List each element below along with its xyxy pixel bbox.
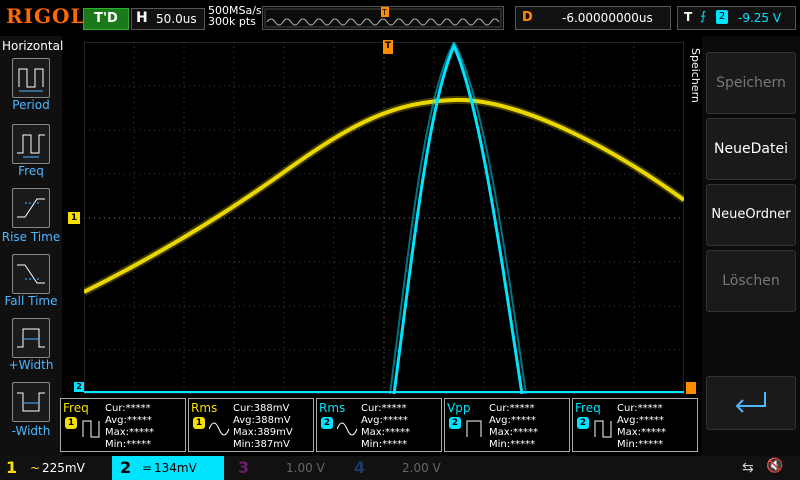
waveform-display[interactable] [84, 42, 684, 394]
freq-icon [594, 420, 612, 438]
memory-points: 300k pts [208, 15, 256, 28]
ch4-scale: 2.00 V [402, 461, 441, 475]
ch3-status[interactable]: 3 1.00 V [228, 456, 338, 480]
pos-width-icon [17, 328, 45, 348]
ch2-offset-marker[interactable]: 2 [74, 382, 84, 392]
period-label: Period [12, 98, 50, 112]
measurement-item[interactable]: Rms 2 Cur:***** Avg:***** Max:***** Min:***… [316, 398, 442, 452]
ch3-number: 3 [238, 458, 250, 477]
ch1-offset-marker[interactable]: 1 [68, 212, 80, 224]
delay-value: -6.00000000us [562, 11, 653, 25]
ch1-coupling: ~ [30, 461, 41, 475]
return-button[interactable] [706, 376, 796, 430]
fall-time-icon [17, 264, 45, 284]
timebase-value: 50.0us [156, 12, 197, 26]
ch1-number: 1 [6, 458, 18, 477]
ch2-status[interactable]: 2 = 134mV [112, 456, 224, 480]
measurement-name: Freq [575, 401, 601, 415]
measurement-values: Cur:***** Avg:***** Max:***** Min:***** [489, 403, 539, 450]
pos-width-label: +Width [8, 358, 54, 372]
neg-width-button[interactable] [12, 382, 50, 422]
ch1-status[interactable]: 1 ~ 225mV [0, 456, 110, 480]
measurement-name: Rms [319, 401, 346, 415]
enter-arrow-icon [735, 392, 766, 413]
freq-button[interactable] [12, 124, 50, 164]
measurement-item[interactable]: Vpp 2 Cur:***** Avg:***** Max:***** Min:***… [444, 398, 570, 452]
rise-time-icon [17, 198, 45, 218]
ch4-status[interactable]: 4 2.00 V [344, 456, 454, 480]
ch2-scale: 134mV [154, 461, 197, 475]
measurement-values: Cur:388mV Avg:388mV Max:389mV Min:387mV [233, 403, 293, 450]
ch3-scale: 1.00 V [286, 461, 325, 475]
ch2-waveform-outer [389, 42, 527, 394]
ch2-coupling: = [142, 461, 153, 475]
run-state-badge[interactable]: T'D [83, 8, 129, 30]
neg-width-icon [17, 392, 45, 412]
rise-time-label: Rise Time [1, 230, 61, 244]
rising-edge-icon: ⨍ [700, 9, 707, 23]
rise-time-button[interactable] [12, 188, 50, 228]
measurement-item[interactable]: Freq 1 Cur:***** Avg:***** Max:***** Min:**… [60, 398, 186, 452]
channel-badge: 1 [65, 417, 77, 429]
ch2-number: 2 [120, 458, 132, 477]
fall-time-label: Fall Time [4, 294, 58, 308]
vpp-icon [466, 420, 482, 437]
trigger-source-badge: 2 [716, 10, 728, 24]
measurement-item[interactable]: Freq 2 Cur:***** Avg:***** Max:***** Min:**… [572, 398, 698, 452]
trigger-position-marker: T [381, 7, 389, 17]
ch1-scale: 225mV [42, 461, 85, 475]
measurement-item[interactable]: Rms 1 Cur:388mV Avg:388mV Max:389mV Min:387… [188, 398, 314, 452]
trigger-label: T [684, 10, 693, 24]
trigger-level-marker[interactable] [686, 382, 696, 394]
horizontal-label: H [136, 10, 148, 26]
neg-width-label: -Width [11, 424, 51, 438]
acquisition-info: 500MSa/s 300k pts [208, 5, 262, 27]
delay-label: D [522, 10, 533, 25]
rms-icon [337, 422, 358, 436]
measurement-values: Cur:***** Avg:***** Max:***** Min:***** [617, 403, 667, 450]
trigger-level: -9.25 V [738, 11, 782, 25]
memory-overview[interactable]: T [262, 6, 504, 30]
delay-box[interactable]: D -6.00000000us [515, 6, 671, 30]
memory-waveform-overview: T [264, 7, 502, 28]
channel-badge: 1 [193, 417, 205, 429]
measurement-name: Freq [63, 401, 89, 415]
pos-width-button[interactable] [12, 318, 50, 358]
period-icon [18, 68, 44, 92]
measurement-name: Vpp [447, 401, 471, 415]
menu-title: Speichern [689, 48, 702, 103]
svg-text:T: T [381, 8, 387, 17]
freq-label: Freq [18, 164, 44, 178]
freq-icon [17, 134, 45, 158]
loeschen-button[interactable]: Löschen [706, 250, 796, 312]
horizontal-timebase-box[interactable]: H 50.0us [131, 8, 205, 30]
measurement-values: Cur:***** Avg:***** Max:***** Min:***** [105, 403, 155, 450]
measurement-panel: Freq 1 Cur:***** Avg:***** Max:***** Min:**… [60, 398, 700, 452]
neuedatei-button[interactable]: NeueDatei [706, 118, 796, 180]
channel-badge: 2 [449, 417, 461, 429]
fall-time-button[interactable] [12, 254, 50, 294]
rms-icon [209, 422, 230, 436]
period-button[interactable] [12, 58, 50, 98]
ch1-waveform-glow [84, 95, 684, 296]
measurement-values: Cur:***** Avg:***** Max:***** Min:***** [361, 403, 411, 450]
trigger-box[interactable]: T ⨍ 2 -9.25 V [677, 6, 796, 30]
trigger-time-marker[interactable]: T [383, 40, 393, 54]
graticule [84, 42, 684, 394]
speaker-muted-icon[interactable]: 🔇 [766, 458, 783, 474]
sidebar-title: Horizontal [2, 39, 64, 53]
channel-badge: 2 [321, 417, 333, 429]
ch1-waveform [84, 97, 684, 294]
channel-badge: 2 [577, 417, 589, 429]
freq-icon [82, 420, 100, 438]
ch4-number: 4 [354, 458, 366, 477]
brand-logo: RIGOL [6, 4, 86, 28]
usb-icon: ⇆ [742, 460, 754, 476]
neueordner-button[interactable]: NeueOrdner [706, 184, 796, 246]
speichern-button[interactable]: Speichern [706, 52, 796, 114]
measurement-name: Rms [191, 401, 218, 415]
